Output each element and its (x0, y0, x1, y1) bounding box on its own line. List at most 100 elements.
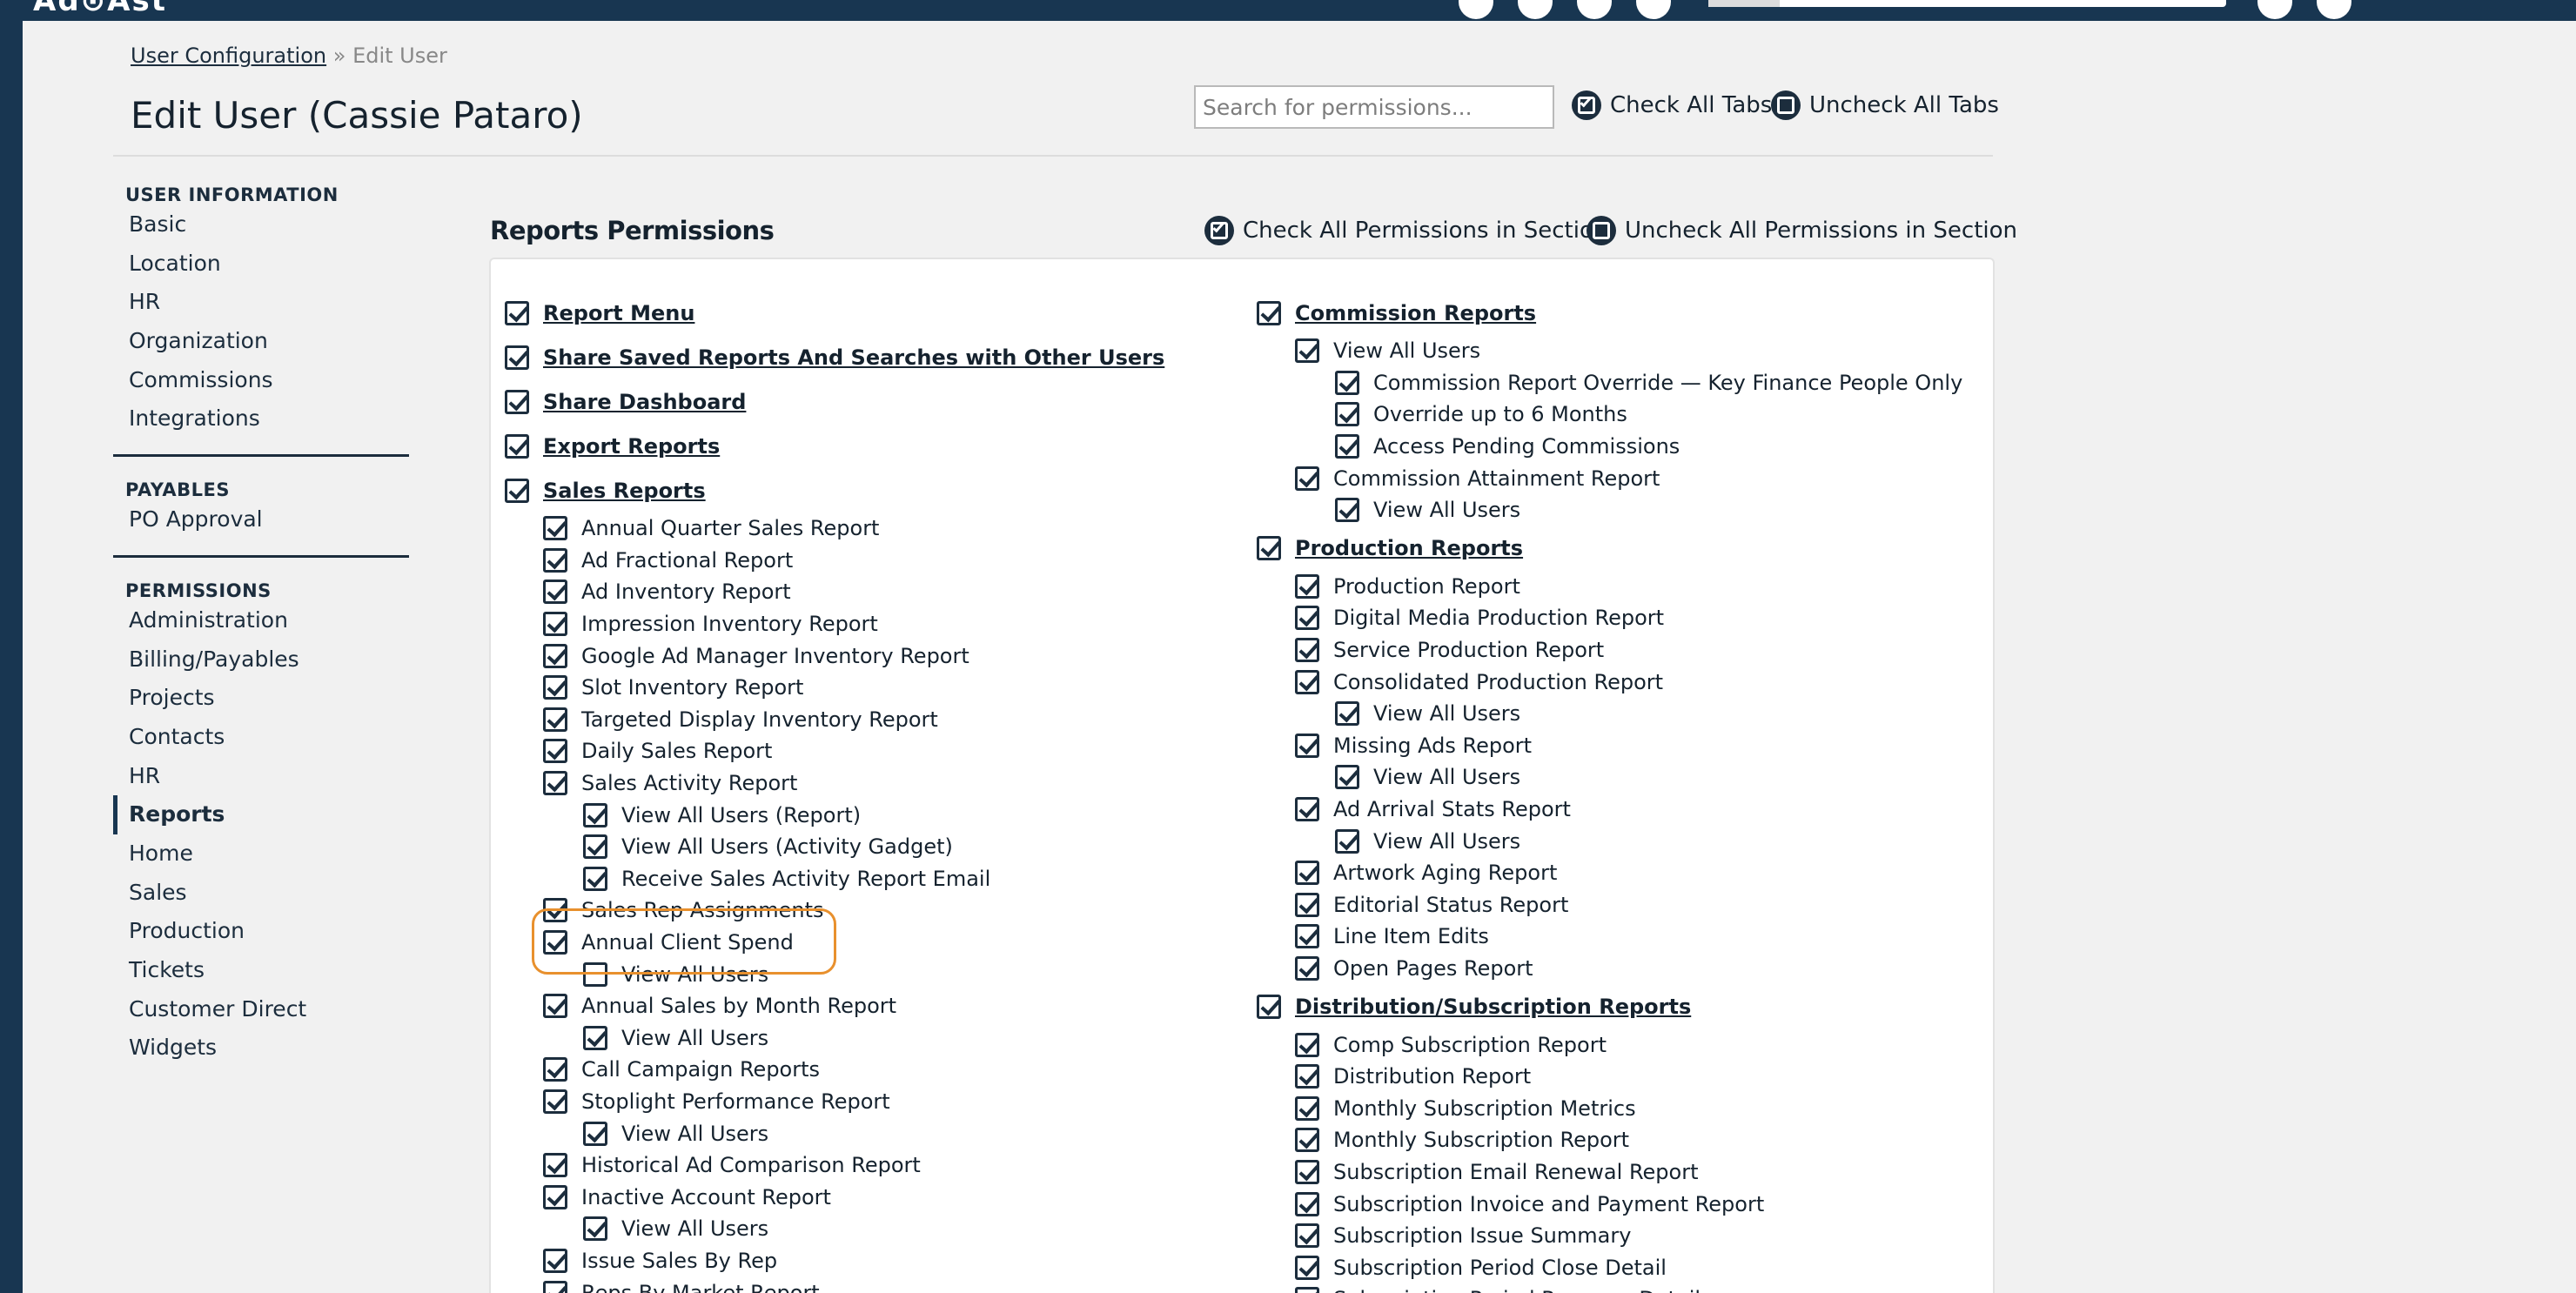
checkbox-checked[interactable] (1295, 1032, 1319, 1057)
checkbox-checked[interactable] (1295, 466, 1319, 491)
checkbox-checked[interactable] (1295, 924, 1319, 949)
checkbox-checked[interactable] (1295, 733, 1319, 758)
checkbox-checked[interactable] (543, 675, 567, 700)
sidebar-item-customer-direct[interactable]: Customer Direct (113, 990, 409, 1029)
permission-label[interactable]: Commission Reports (1295, 301, 1536, 325)
permission-label[interactable]: Artwork Aging Report (1333, 861, 1557, 885)
checkbox-checked[interactable] (1295, 1064, 1319, 1089)
checkbox-checked[interactable] (543, 1057, 567, 1082)
checkbox-checked[interactable] (1295, 1191, 1319, 1216)
permission-label[interactable]: Google Ad Manager Inventory Report (581, 644, 969, 668)
global-search-scope[interactable] (1708, 0, 1780, 7)
permission-label[interactable]: Call Campaign Reports (581, 1057, 820, 1082)
user-menu-icon[interactable] (2317, 0, 2351, 19)
sidebar-item-commissions[interactable]: Commissions (113, 361, 409, 400)
checkbox-checked[interactable] (543, 612, 567, 637)
checkbox-checked[interactable] (1335, 370, 1359, 395)
sidebar-item-reports[interactable]: Reports (113, 795, 409, 834)
checkbox-checked[interactable] (1295, 955, 1319, 981)
checkbox-checked[interactable] (1295, 606, 1319, 631)
permission-label[interactable]: Impression Inventory Report (581, 612, 878, 636)
permission-label[interactable]: Commission Attainment Report (1333, 466, 1660, 491)
permission-label[interactable]: Subscription Invoice and Payment Report (1333, 1192, 1764, 1216)
permission-label[interactable]: Share Dashboard (543, 390, 746, 414)
breadcrumb-link-user-configuration[interactable]: User Configuration (131, 44, 326, 68)
permission-label[interactable]: View All Users (621, 1122, 768, 1146)
permission-label[interactable]: View All Users (Activity Gadget) (621, 834, 953, 859)
permission-label[interactable]: Ad Inventory Report (581, 580, 791, 604)
permission-label[interactable]: View All Users (621, 962, 768, 987)
checkbox-checked[interactable] (1335, 765, 1359, 790)
permission-label[interactable]: Targeted Display Inventory Report (581, 707, 938, 732)
permission-label[interactable]: Stoplight Performance Report (581, 1089, 890, 1114)
checkbox-checked[interactable] (1295, 797, 1319, 822)
permission-label[interactable]: Line Item Edits (1333, 924, 1489, 948)
sidebar-item-organization[interactable]: Organization (113, 322, 409, 361)
permission-label[interactable]: Subscription Issue Summary (1333, 1223, 1631, 1248)
permission-label[interactable]: Editorial Status Report (1333, 893, 1568, 917)
checkbox-checked[interactable] (505, 433, 529, 459)
permission-label[interactable]: Commission Report Override — Key Finance… (1373, 371, 1962, 395)
checkbox-checked[interactable] (543, 930, 567, 955)
permission-label[interactable]: Annual Quarter Sales Report (581, 516, 879, 540)
sidebar-item-integrations[interactable]: Integrations (113, 399, 409, 439)
checkbox-checked[interactable] (1257, 300, 1281, 325)
permission-label[interactable]: Monthly Subscription Metrics (1333, 1096, 1636, 1121)
permission-label[interactable]: Digital Media Production Report (1333, 606, 1664, 630)
permission-label[interactable]: Slot Inventory Report (581, 675, 803, 700)
permission-label[interactable]: Open Pages Report (1333, 956, 1533, 981)
permission-label[interactable]: Comp Subscription Report (1333, 1033, 1607, 1057)
permission-label[interactable]: Sales Reports (543, 479, 706, 503)
sidebar-item-hr[interactable]: HR (113, 283, 409, 322)
checkbox-checked[interactable] (583, 1216, 607, 1242)
checkbox-checked[interactable] (505, 389, 529, 414)
permission-label[interactable]: Sales Rep Assignments (581, 898, 824, 922)
permission-label[interactable]: Historical Ad Comparison Report (581, 1153, 921, 1177)
sidebar-item-tickets[interactable]: Tickets (113, 951, 409, 990)
checkbox-checked[interactable] (1295, 669, 1319, 694)
permission-label[interactable]: View All Users (Report) (621, 803, 861, 827)
toolbar-icon[interactable] (1577, 0, 1612, 19)
checkbox-checked[interactable] (1257, 994, 1281, 1019)
permission-label[interactable]: View All Users (1373, 765, 1520, 789)
sidebar-item-billing-payables[interactable]: Billing/Payables (113, 640, 409, 680)
checkbox-checked[interactable] (1295, 638, 1319, 663)
sidebar-item-home[interactable]: Home (113, 834, 409, 874)
permission-label[interactable]: Monthly Subscription Report (1333, 1128, 1629, 1152)
checkbox-checked[interactable] (1295, 338, 1319, 364)
checkbox-checked[interactable] (543, 580, 567, 605)
checkbox-checked[interactable] (583, 866, 607, 891)
checkbox-checked[interactable] (543, 643, 567, 668)
sidebar-item-widgets[interactable]: Widgets (113, 1028, 409, 1068)
permission-label[interactable]: View All Users (1373, 701, 1520, 726)
checkbox-checked[interactable] (1295, 861, 1319, 886)
permission-label[interactable]: Ad Arrival Stats Report (1333, 797, 1571, 821)
checkbox-checked[interactable] (543, 1280, 567, 1293)
permission-label[interactable]: View All Users (621, 1026, 768, 1050)
checkbox-checked[interactable] (543, 516, 567, 541)
checkbox-checked[interactable] (543, 771, 567, 796)
checkbox-checked[interactable] (505, 478, 529, 503)
checkbox-checked[interactable] (1295, 1287, 1319, 1293)
app-logo[interactable]: Ad⊙Ast (33, 0, 268, 17)
permission-label[interactable]: Distribution/Subscription Reports (1295, 995, 1691, 1019)
sidebar-item-po-approval[interactable]: PO Approval (113, 500, 409, 539)
checkbox-checked[interactable] (543, 739, 567, 764)
sidebar-item-basic[interactable]: Basic (113, 205, 409, 245)
permission-label[interactable]: Override up to 6 Months (1373, 402, 1627, 426)
toolbar-icon[interactable] (1518, 0, 1553, 19)
permission-search-input[interactable] (1194, 85, 1554, 129)
permission-label[interactable]: Receive Sales Activity Report Email (621, 867, 990, 891)
check-all-in-section-button[interactable]: Check All Permissions in Section (1204, 216, 1607, 245)
sidebar-item-administration[interactable]: Administration (113, 601, 409, 640)
checkbox-checked[interactable] (1335, 701, 1359, 727)
permission-label[interactable]: Consolidated Production Report (1333, 670, 1663, 694)
checkbox-checked[interactable] (505, 345, 529, 370)
checkbox-checked[interactable] (543, 898, 567, 923)
permission-label[interactable]: Subscription Period Revenue Detail (1333, 1287, 1701, 1293)
sidebar-item-production[interactable]: Production (113, 912, 409, 951)
checkbox-checked[interactable] (1295, 573, 1319, 599)
checkbox-checked[interactable] (543, 1089, 567, 1114)
checkbox-checked[interactable] (1295, 1095, 1319, 1121)
checkbox-checked[interactable] (1335, 434, 1359, 459)
